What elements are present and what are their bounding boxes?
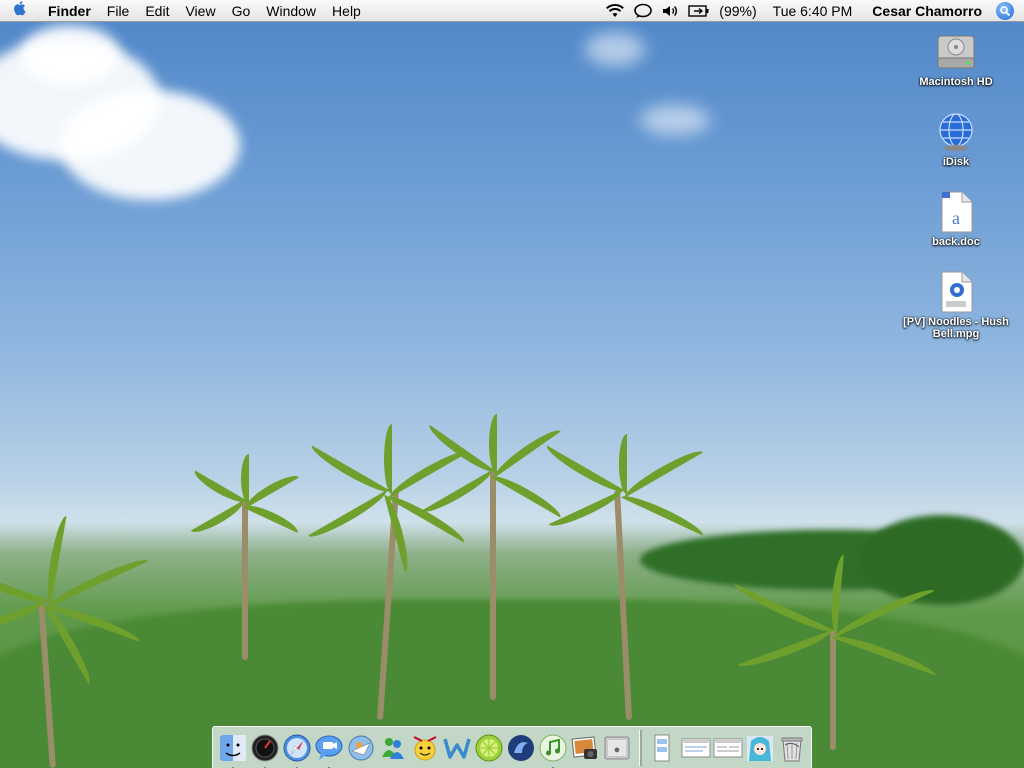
yahoo-messenger-icon xyxy=(413,735,437,760)
menu-go[interactable]: Go xyxy=(224,0,259,22)
desktop: Finder File Edit View Go Window Help (99… xyxy=(0,0,1024,768)
menu-bar: Finder File Edit View Go Window Help (99… xyxy=(0,0,1024,22)
dock-system-preferences[interactable]: ● xyxy=(602,733,632,763)
dock-itunes[interactable] xyxy=(538,733,568,768)
ichat-status-icon[interactable] xyxy=(632,2,654,20)
hard-drive-icon xyxy=(934,30,978,74)
fast-user-switching-name[interactable]: Cesar Chamorro xyxy=(862,0,992,22)
cloud xyxy=(585,32,645,66)
menu-file[interactable]: File xyxy=(99,0,138,22)
desktop-icon-macintosh-hd[interactable]: Macintosh HD xyxy=(896,30,1016,88)
itunes-icon xyxy=(539,734,567,761)
msn-messenger-icon xyxy=(382,737,404,759)
word-icon xyxy=(443,738,471,759)
dock: ● xyxy=(212,726,812,768)
system-preferences-icon: ● xyxy=(604,736,630,759)
ichat-icon xyxy=(315,735,343,760)
desktop-icon-label: back.doc xyxy=(932,236,980,248)
menu-window[interactable]: Window xyxy=(258,0,324,22)
dashboard-icon xyxy=(251,734,279,761)
dock-trash[interactable] xyxy=(777,733,807,763)
menu-edit[interactable]: Edit xyxy=(137,0,177,22)
anime-folder-icon xyxy=(747,735,773,761)
dock-separator xyxy=(639,729,642,766)
dock-finder[interactable] xyxy=(218,733,248,768)
mpeg-movie-icon xyxy=(934,270,978,314)
dock-ichat[interactable] xyxy=(314,733,344,768)
dock-iphoto[interactable] xyxy=(570,733,600,763)
finder-icon xyxy=(220,734,246,761)
window-minimized-2-icon xyxy=(713,738,743,757)
battery-percent[interactable]: (99%) xyxy=(713,0,762,22)
dock-limewire[interactable] xyxy=(474,733,504,763)
idisk-globe-icon xyxy=(934,110,978,154)
apple-menu-icon[interactable] xyxy=(0,0,40,21)
document-stack-icon xyxy=(654,734,670,761)
svg-text:●: ● xyxy=(614,744,621,756)
spotlight-icon[interactable] xyxy=(996,1,1014,20)
dock-dashboard[interactable] xyxy=(250,733,280,768)
menu-view[interactable]: View xyxy=(177,0,223,22)
desktop-icon-label: Macintosh HD xyxy=(919,76,993,88)
window-minimized-1-icon xyxy=(681,738,711,757)
desktop-icon-idisk[interactable]: iDisk xyxy=(896,110,1016,168)
desktop-icon-back-doc[interactable]: a back.doc xyxy=(896,190,1016,248)
battery-icon[interactable] xyxy=(688,2,710,20)
camino-icon xyxy=(508,734,534,761)
desktop-icon-mpg-file[interactable]: [PV] Noodles - Hush Bell.mpg xyxy=(896,270,1016,340)
dock-yahoo-messenger[interactable] xyxy=(410,733,440,763)
dock-camino[interactable] xyxy=(506,733,536,763)
menu-extras: (99%) Tue 6:40 PM Cesar Chamorro xyxy=(601,0,1024,22)
cloud xyxy=(20,25,120,85)
dock-document-stack[interactable] xyxy=(649,733,679,763)
dock-minimized-window-1[interactable] xyxy=(681,733,711,763)
dock-minimized-window-2[interactable] xyxy=(713,733,743,763)
dock-mail[interactable] xyxy=(346,733,376,763)
trash-icon xyxy=(781,737,803,761)
desktop-icon-label: [PV] Noodles - Hush Bell.mpg xyxy=(903,316,1009,340)
cloud xyxy=(640,105,710,135)
limewire-icon xyxy=(475,734,503,761)
dock-msn-messenger[interactable] xyxy=(378,733,408,763)
svg-text:a: a xyxy=(952,208,960,228)
cloud xyxy=(60,90,240,200)
word-document-icon: a xyxy=(934,190,978,234)
desktop-icon-label: iDisk xyxy=(942,156,970,168)
safari-icon xyxy=(283,734,311,761)
iphoto-icon xyxy=(571,735,597,759)
wifi-icon[interactable] xyxy=(604,2,626,20)
dock-word[interactable] xyxy=(442,733,472,763)
menu-clock[interactable]: Tue 6:40 PM xyxy=(763,0,863,22)
mail-icon xyxy=(348,735,374,760)
treeline xyxy=(860,515,1024,605)
menu-help[interactable]: Help xyxy=(324,0,369,22)
app-menu-finder[interactable]: Finder xyxy=(40,0,99,22)
volume-icon[interactable] xyxy=(660,2,682,20)
dock-safari[interactable] xyxy=(282,733,312,768)
dock-anime-folder[interactable] xyxy=(745,733,775,763)
